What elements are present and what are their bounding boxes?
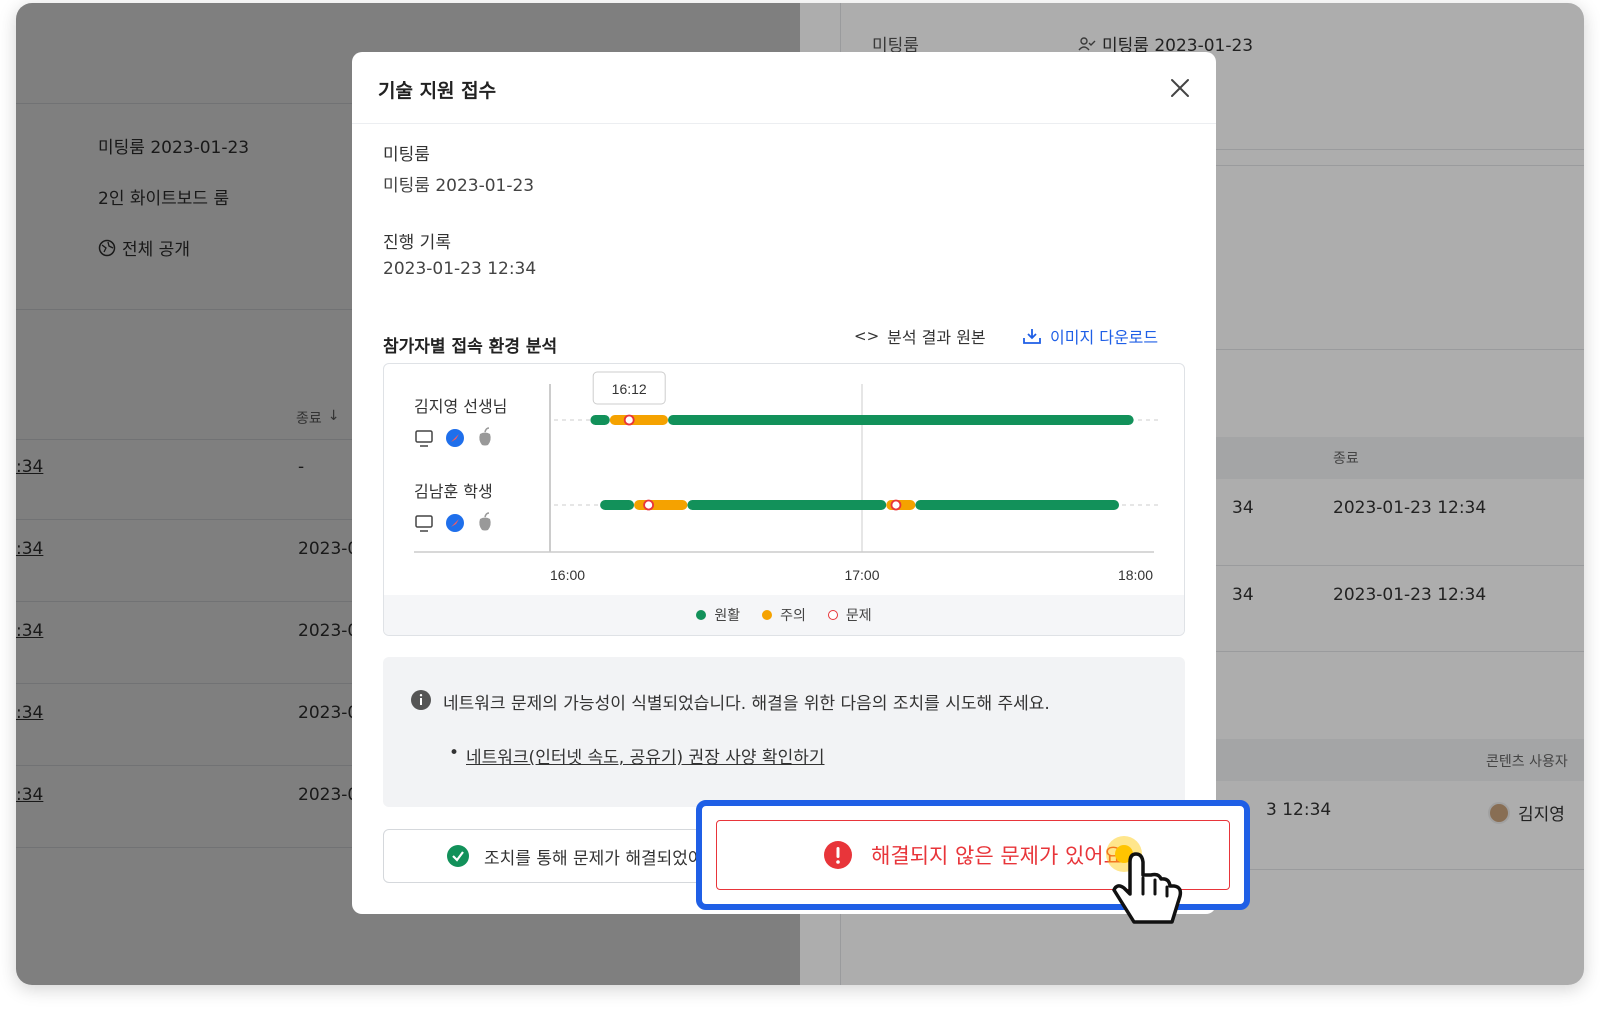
close-icon[interactable] [1166, 74, 1194, 102]
connection-analysis-chart: 16:00 17:00 18:00 김지영 선생님김남훈 학생 16:12 원활 주의 … [383, 363, 1185, 636]
download-icon [1023, 329, 1041, 344]
timeline-segment-good [668, 415, 1134, 425]
apple-icon [479, 432, 491, 446]
bullet: • [449, 743, 460, 763]
timeline-segment-warn [609, 415, 668, 425]
x-tick-label: 18:00 [1118, 567, 1153, 583]
participant-name: 김지영 선생님 [414, 397, 507, 416]
code-icon: <> [854, 327, 880, 345]
record-label: 진행 기록 [383, 233, 451, 253]
chart-legend: 원활 주의 문제 [384, 595, 1184, 635]
timeline-segment-good [687, 500, 887, 510]
legend-good-label: 원활 [714, 608, 741, 624]
timeline-segment-good [915, 500, 1120, 510]
unresolved-label: 해결되지 않은 문제가 있어요 [871, 844, 1123, 868]
record-value: 2023-01-23 12:34 [383, 259, 537, 279]
download-label: 이미지 다운로드 [1050, 328, 1159, 347]
legend-problem-dot [827, 610, 838, 620]
modal-title: 기술 지원 접수 [378, 80, 497, 102]
network-spec-link[interactable]: 네트워크(인터넷 속도, 공유기) 권장 사양 확인하기 [466, 743, 825, 768]
legend-good: 원활 [696, 605, 740, 625]
modal-header: 기술 지원 접수 [352, 52, 1216, 124]
room-label: 미팅룸 [383, 145, 430, 165]
raw-result-label: 분석 결과 원본 [887, 328, 986, 347]
info-text: 네트워크 문제의 가능성이 식별되었습니다. 해결을 위한 다음의 조치를 시도… [443, 694, 1050, 714]
download-image-button[interactable]: 이미지 다운로드 [1022, 324, 1158, 348]
x-tick-label: 17:00 [844, 567, 879, 583]
timeline-segment-good [590, 415, 610, 425]
resolved-label: 조치를 통해 문제가 해결되었어요 [484, 848, 720, 869]
hand-pointer-icon [1106, 836, 1183, 924]
x-tick-label: 16:00 [550, 567, 585, 583]
timeline-chart: 16:00 17:00 18:00 김지영 선생님김남훈 학생 16:12 [414, 371, 1159, 583]
desktop-icon [415, 515, 433, 528]
check-circle-icon [447, 845, 469, 867]
legend-warn: 주의 [762, 605, 806, 625]
apple-icon-leaf [484, 512, 490, 518]
legend-warn-dot [762, 610, 773, 620]
room-value: 미팅룸 2023-01-23 [383, 176, 535, 196]
legend-good-dot [696, 610, 707, 620]
analysis-title: 참가자별 접속 환경 분석 [383, 337, 558, 357]
tech-support-modal: 기술 지원 접수 미팅룸 미팅룸 2023-01-23 진행 기록 2023-0… [352, 52, 1216, 914]
problem-marker [623, 414, 635, 426]
timeline-segment-good [600, 500, 635, 510]
info-icon [411, 690, 431, 710]
participant-name: 김남훈 학생 [414, 482, 493, 501]
alert-icon [824, 841, 853, 869]
timeline-segment-warn [634, 500, 688, 510]
tooltip-label: 16:12 [612, 381, 647, 397]
problem-marker [643, 499, 655, 511]
legend-warn-label: 주의 [780, 608, 806, 624]
problem-marker [890, 499, 902, 511]
apple-icon [479, 517, 491, 531]
info-box: 네트워크 문제의 가능성이 식별되었습니다. 해결을 위한 다음의 조치를 시도… [383, 657, 1185, 807]
apple-icon-leaf [484, 427, 490, 433]
legend-problem-label: 문제 [845, 608, 872, 624]
desktop-icon [415, 430, 433, 443]
raw-result-button[interactable]: <> 분석 결과 원본 [854, 324, 986, 348]
legend-problem: 문제 [827, 605, 872, 625]
